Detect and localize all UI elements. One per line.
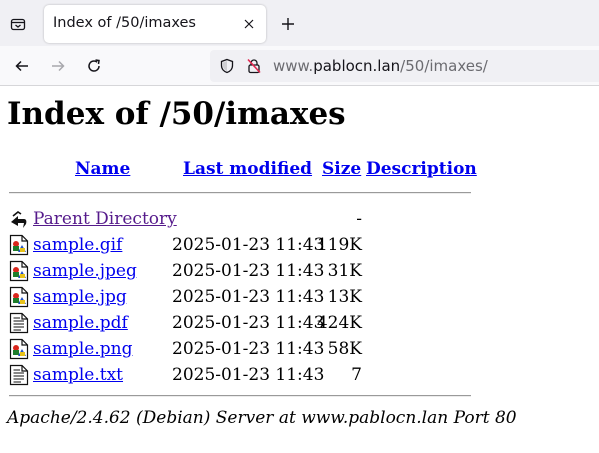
page-title: Index of /50/imaxes (7, 96, 346, 132)
column-header-last-modified[interactable]: Last modified (183, 159, 312, 179)
url-path: /50/imaxes/ (400, 57, 488, 75)
file-size: 7 (351, 365, 362, 385)
close-icon[interactable] (241, 16, 257, 32)
back-folder-icon (9, 208, 29, 230)
file-link[interactable]: sample.jpg (33, 287, 127, 307)
file-row: sample.gif 2025-01-23 11:43 119K (0, 234, 599, 261)
image-file-icon (9, 286, 29, 308)
file-date: 2025-01-23 11:43 (172, 261, 325, 281)
column-header-description[interactable]: Description (366, 159, 477, 179)
shield-icon[interactable] (219, 58, 235, 74)
file-size: 58K (327, 339, 362, 359)
file-size: 31K (327, 261, 362, 281)
image-file-icon (9, 234, 29, 256)
file-link[interactable]: sample.gif (33, 235, 122, 255)
tab-active[interactable]: Index of /50/imaxes (44, 5, 266, 43)
file-date: 2025-01-23 11:43 (172, 313, 325, 333)
file-size: 424K (316, 313, 362, 333)
file-link[interactable]: sample.txt (33, 365, 123, 385)
forward-arrow-icon[interactable] (46, 54, 70, 78)
file-date: 2025-01-23 11:43 (172, 287, 325, 307)
text-file-icon (9, 364, 29, 386)
column-header-size[interactable]: Size (322, 159, 361, 179)
divider (9, 192, 471, 194)
file-link[interactable]: sample.png (33, 339, 132, 359)
file-link[interactable]: sample.pdf (33, 313, 128, 333)
tab-title: Index of /50/imaxes (53, 15, 196, 31)
file-size: 13K (327, 287, 362, 307)
image-file-icon (9, 260, 29, 282)
divider (9, 395, 471, 397)
reload-icon[interactable] (82, 54, 106, 78)
url-text[interactable]: www.pablocn.lan/50/imaxes/ (273, 57, 488, 75)
url-host: pablocn.lan (313, 57, 401, 75)
file-size: 119K (316, 235, 362, 255)
parent-directory-row: Parent Directory - (0, 209, 599, 235)
file-row: sample.png 2025-01-23 11:43 58K (0, 338, 599, 365)
url-bar[interactable]: www.pablocn.lan/50/imaxes/ (210, 50, 599, 82)
server-signature: Apache/2.4.62 (Debian) Server at www.pab… (7, 408, 517, 428)
page-content: Index of /50/imaxes Name Last modified S… (0, 87, 599, 453)
navigation-toolbar: www.pablocn.lan/50/imaxes/ (0, 46, 599, 86)
file-row: sample.pdf 2025-01-23 11:43 424K (0, 312, 599, 339)
file-date: 2025-01-23 11:43 (172, 365, 325, 385)
insecure-lock-icon[interactable] (246, 58, 262, 74)
image-file-icon (9, 338, 29, 360)
text-file-icon (9, 312, 29, 334)
file-row: sample.jpg 2025-01-23 11:43 13K (0, 286, 599, 313)
file-row: sample.jpeg 2025-01-23 11:43 31K (0, 260, 599, 287)
parent-directory-link[interactable]: Parent Directory (33, 209, 177, 229)
plus-icon[interactable] (278, 14, 298, 34)
file-size: - (356, 209, 362, 229)
url-prefix: www. (273, 57, 314, 75)
file-row: sample.txt 2025-01-23 11:43 7 (0, 364, 599, 391)
file-date: 2025-01-23 11:43 (172, 339, 325, 359)
tab-strip: Index of /50/imaxes (0, 0, 599, 46)
tab-list-icon[interactable] (4, 10, 32, 38)
file-link[interactable]: sample.jpeg (33, 261, 137, 281)
file-date: 2025-01-23 11:43 (172, 235, 325, 255)
column-header-name[interactable]: Name (75, 159, 130, 179)
back-arrow-icon[interactable] (10, 54, 34, 78)
